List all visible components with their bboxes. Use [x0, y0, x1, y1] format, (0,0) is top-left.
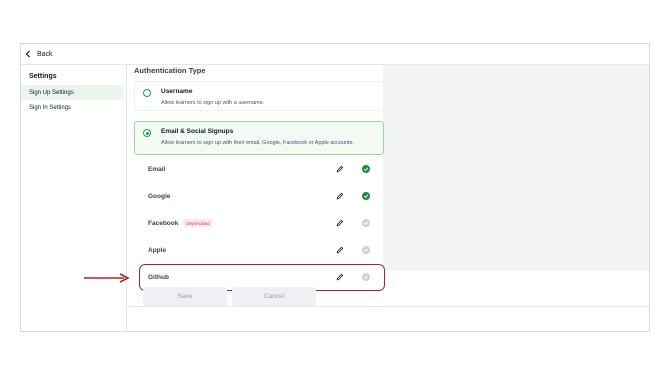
background-panel	[383, 65, 649, 271]
provider-row-email: Email	[148, 162, 378, 176]
option-description: Allow learners to sign up with a usernam…	[161, 100, 265, 106]
email-social-option[interactable]: Email & Social Signups Allow learners to…	[134, 121, 384, 155]
chevron-left-icon	[25, 50, 30, 58]
edit-pencil-icon[interactable]	[336, 165, 344, 173]
back-label: Back	[37, 50, 53, 58]
divider	[127, 306, 649, 307]
edit-pencil-icon[interactable]	[336, 219, 344, 227]
provider-name: Email	[148, 165, 166, 173]
option-title: Email & Social Signups	[161, 128, 234, 135]
back-button[interactable]: Back	[25, 50, 53, 58]
deprecated-badge: Deprecated	[183, 219, 213, 227]
sidebar-title: Settings	[29, 73, 57, 80]
edit-pencil-icon[interactable]	[336, 192, 344, 200]
username-option[interactable]: Username Allow learners to sign up with …	[134, 81, 384, 111]
section-title: Authentication Type	[134, 66, 206, 75]
provider-name: Apple	[148, 246, 167, 254]
username-radio[interactable]	[143, 89, 151, 97]
provider-name: Google	[148, 192, 171, 200]
provider-row-google: Google	[148, 189, 378, 203]
check-circle-icon	[362, 246, 370, 254]
check-circle-icon	[362, 219, 370, 227]
top-bar: Back	[21, 44, 649, 65]
check-circle-icon	[362, 165, 370, 173]
sidebar-item-sign-up-settings[interactable]: Sign Up Settings	[21, 85, 123, 100]
provider-row-facebook: Facebook Deprecated	[148, 216, 378, 230]
cancel-button[interactable]: Cancel	[232, 287, 316, 306]
sidebar-item-sign-in-settings[interactable]: Sign In Settings	[21, 100, 123, 115]
option-description: Allow learners to sign up with their ema…	[161, 140, 354, 146]
option-title: Username	[161, 88, 193, 95]
email-social-radio[interactable]	[143, 129, 151, 137]
edit-pencil-icon[interactable]	[336, 246, 344, 254]
check-circle-icon	[362, 192, 370, 200]
save-button[interactable]: Save	[143, 287, 227, 306]
provider-row-apple: Apple	[148, 243, 378, 257]
settings-sidebar: Settings Sign Up Settings Sign In Settin…	[21, 65, 127, 331]
arrow-right-icon	[84, 273, 130, 283]
provider-name: Facebook	[148, 219, 179, 227]
